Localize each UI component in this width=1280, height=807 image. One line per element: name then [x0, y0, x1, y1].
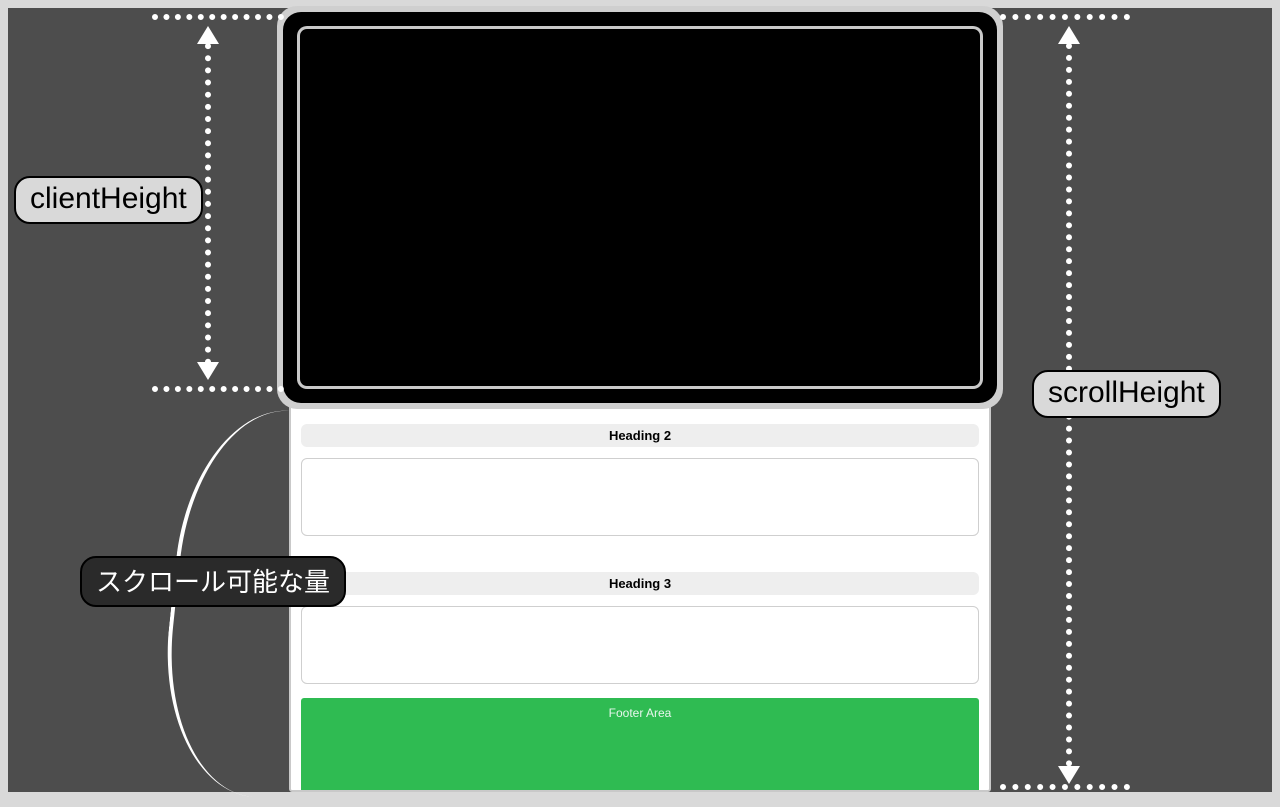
content-box	[301, 606, 979, 684]
arrow-up-icon	[197, 26, 219, 44]
arrow-down-icon	[197, 362, 219, 380]
label-scrollheight: scrollHeight	[1032, 370, 1221, 418]
section-heading: Heading 2	[301, 424, 979, 447]
arrow-up-icon	[1058, 26, 1080, 44]
footer-area: Footer Area	[301, 698, 979, 790]
viewport-frame	[283, 12, 997, 403]
measure-tick	[152, 14, 284, 20]
arrow-down-icon	[1058, 766, 1080, 784]
content-box	[301, 458, 979, 536]
measure-tick	[1000, 784, 1130, 790]
label-scrollable-amount: スクロール可能な量	[80, 556, 346, 607]
section-heading: Heading 3	[301, 572, 979, 595]
label-clientheight: clientHeight	[14, 176, 203, 224]
measure-clientheight	[205, 31, 211, 365]
measure-tick	[152, 386, 284, 392]
measure-tick	[1000, 14, 1130, 20]
